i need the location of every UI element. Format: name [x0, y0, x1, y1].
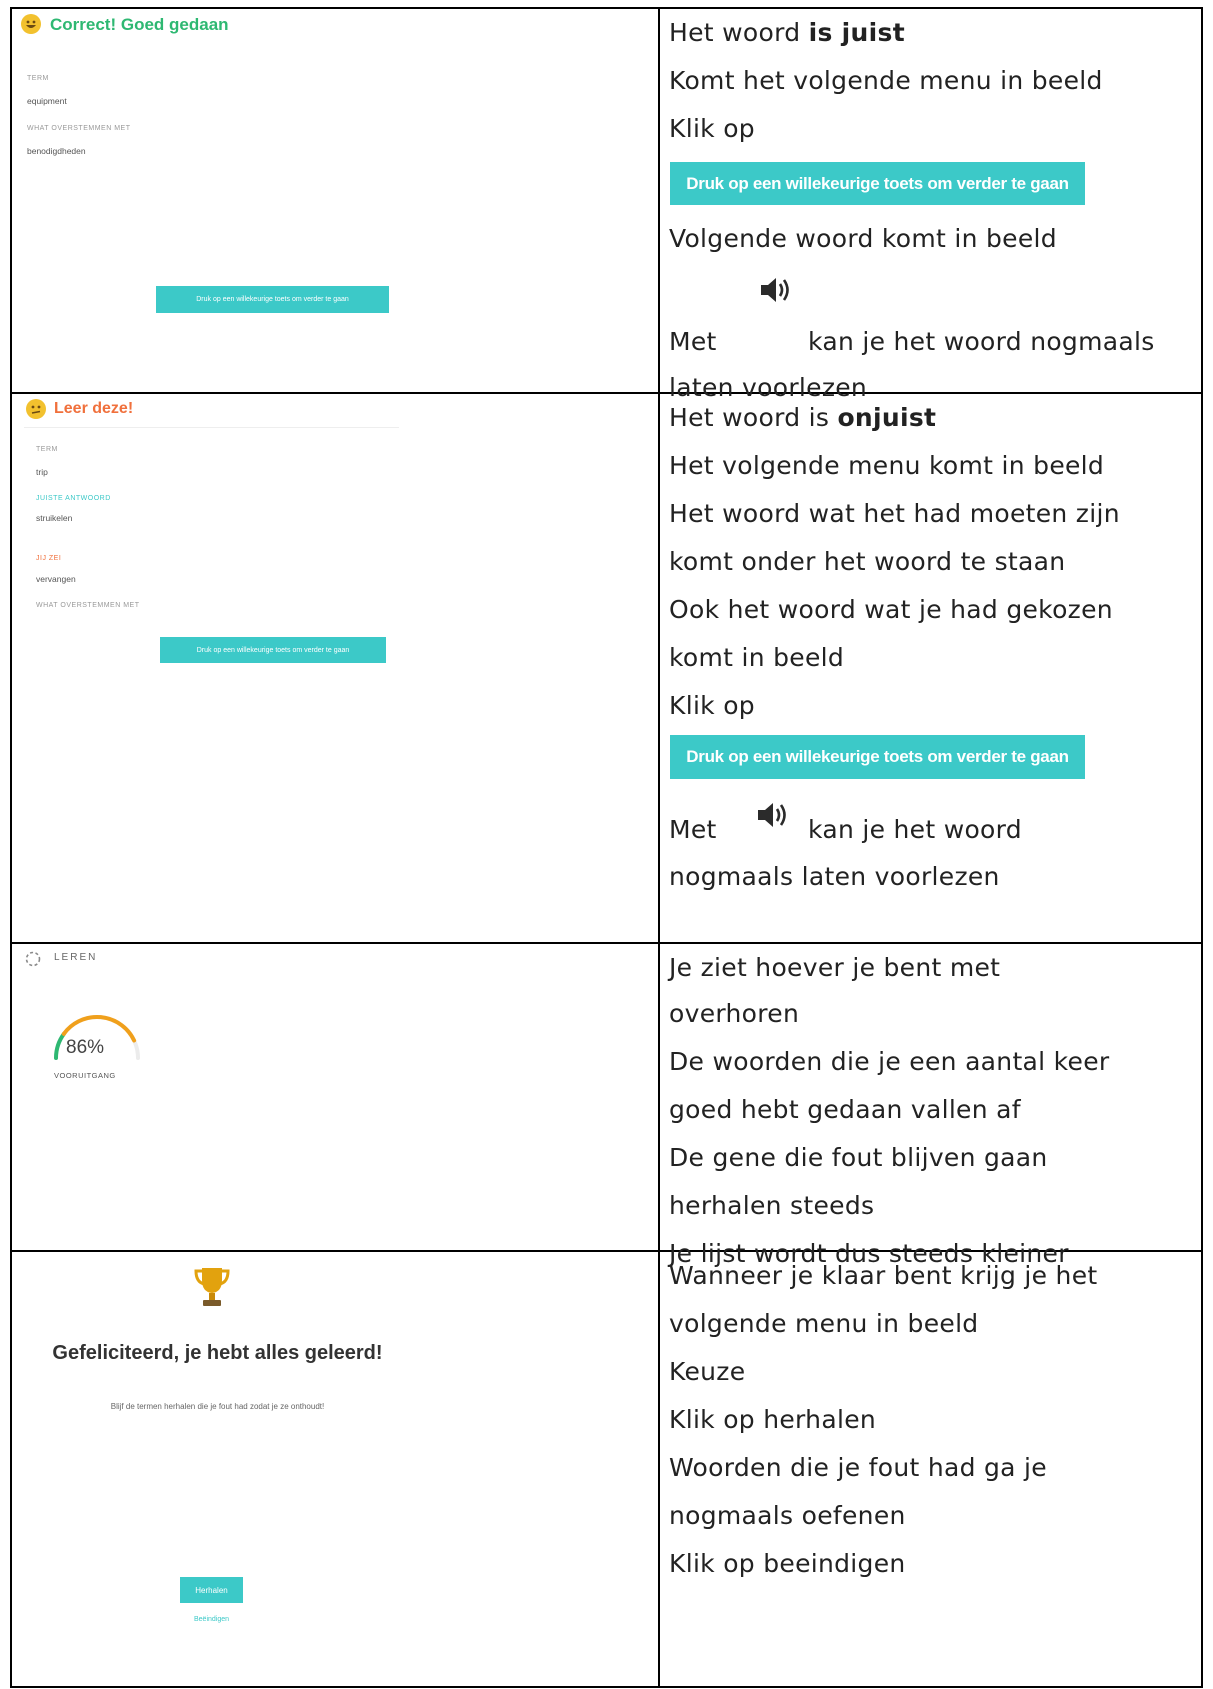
row4-line5: Woorden die je fout had ga je	[669, 1453, 1047, 1482]
definition-label: WHAT OVERSTEMMEN MET	[36, 602, 140, 609]
row3-line5: De gene die fout blijven gaan	[669, 1143, 1048, 1172]
progress-label: VOORUITGANG	[54, 1071, 116, 1080]
row1-line4: Volgende woord komt in beeld	[669, 224, 1057, 253]
screenshot-correct: Correct! Goed gedaan TERM equipment WHAT…	[0, 9, 658, 392]
row2-line7: Klik op	[669, 691, 755, 720]
your-answer-label: JIJ ZEI	[36, 555, 62, 562]
onjuist-emphasis: onjuist	[837, 403, 937, 432]
gauge-green-segment	[54, 1031, 67, 1060]
learn-header: LEREN	[54, 952, 98, 963]
row1-line5b: kan je het woord nogmaals	[808, 327, 1155, 356]
table-border-right	[1201, 7, 1203, 1688]
row4-line3: Keuze	[669, 1357, 746, 1386]
row4-line1: Wanneer je klaar bent krijg je het	[669, 1261, 1098, 1290]
term-label: TERM	[27, 75, 49, 82]
row2-line2: Het volgende menu komt in beeld	[669, 451, 1105, 480]
row3-line2: overhoren	[669, 999, 800, 1028]
row2-line5: Ook het woord wat je had gekozen	[669, 595, 1113, 624]
grinning-emoji-icon	[21, 14, 41, 34]
is-juist-emphasis: is juist	[808, 18, 905, 47]
screenshot-incorrect: Leer deze! TERM trip JUISTE ANTWOORD str…	[0, 394, 658, 942]
term-label: TERM	[36, 446, 58, 453]
screenshot-progress: LEREN 86% VOORUITGANG	[0, 944, 658, 1250]
continue-button-mini[interactable]: Druk op een willekeurige toets om verder…	[160, 637, 386, 663]
row2-line6: komt in beeld	[669, 643, 845, 672]
confused-emoji-icon	[26, 399, 46, 419]
table-column-divider	[658, 7, 660, 1688]
row1-line1: Het woord is juist	[669, 18, 905, 47]
row2-line8: Met	[669, 815, 717, 844]
row4-line6: nogmaals oefenen	[669, 1501, 906, 1530]
congratulations-subtitle: Blijf de termen herhalen die je fout had…	[110, 1402, 325, 1411]
row4-line7: Klik op beeindigen	[669, 1549, 906, 1578]
continue-button-mini[interactable]: Druk op een willekeurige toets om verder…	[156, 286, 389, 313]
term-value: equipment	[27, 96, 67, 106]
speaker-icon[interactable]	[756, 800, 792, 830]
term-value: trip	[36, 467, 48, 477]
row3-line3: De woorden die je een aantal keer	[669, 1047, 1110, 1076]
finish-link[interactable]: Beëindigen	[180, 1616, 243, 1623]
row1-line5: Met	[669, 327, 717, 356]
congratulations-title: Gefeliciteerd, je hebt alles geleerd!	[52, 1342, 383, 1364]
row2-line1: Het woord is onjuist	[669, 403, 937, 432]
incorrect-header: Leer deze!	[54, 400, 134, 417]
row3-line1: Je ziet hoever je bent met	[669, 953, 1001, 982]
row2-line3: Het woord wat het had moeten zijn	[669, 499, 1120, 528]
trophy-icon	[193, 1266, 231, 1310]
row2-line9: nogmaals laten voorlezen	[669, 862, 1000, 891]
definition-value: benodigdheden	[27, 146, 86, 156]
row4-line4: Klik op herhalen	[669, 1405, 877, 1434]
row1-line3: Klik op	[669, 114, 755, 143]
row2-line8b: kan je het woord	[808, 815, 1022, 844]
correct-answer-value: struikelen	[36, 513, 73, 523]
continue-button-example[interactable]: Druk op een willekeurige toets om verder…	[670, 735, 1085, 779]
correct-answer-label: JUISTE ANTWOORD	[36, 495, 111, 502]
row4-line2: volgende menu in beeld	[669, 1309, 979, 1338]
continue-button-example[interactable]: Druk op een willekeurige toets om verder…	[670, 162, 1085, 205]
definition-label: WHAT OVERSTEMMEN MET	[27, 125, 131, 132]
row2-line4: komt onder het woord te staan	[669, 547, 1066, 576]
screenshot-finished: Gefeliciteerd, je hebt alles geleerd! Bl…	[0, 1252, 658, 1686]
header-divider	[24, 427, 399, 428]
row3-line6: herhalen steeds	[669, 1191, 875, 1220]
correct-header: Correct! Goed gedaan	[50, 15, 229, 34]
row1-line2: Komt het volgende menu in beeld	[669, 66, 1103, 95]
table-border-bottom	[10, 1686, 1203, 1688]
spinner-icon	[24, 950, 42, 968]
row3-line4: goed hebt gedaan vallen af	[669, 1095, 1021, 1124]
speaker-icon[interactable]	[759, 275, 795, 305]
repeat-button[interactable]: Herhalen	[180, 1577, 243, 1603]
progress-percentage: 86%	[66, 1037, 105, 1058]
your-answer-value: vervangen	[36, 574, 76, 584]
